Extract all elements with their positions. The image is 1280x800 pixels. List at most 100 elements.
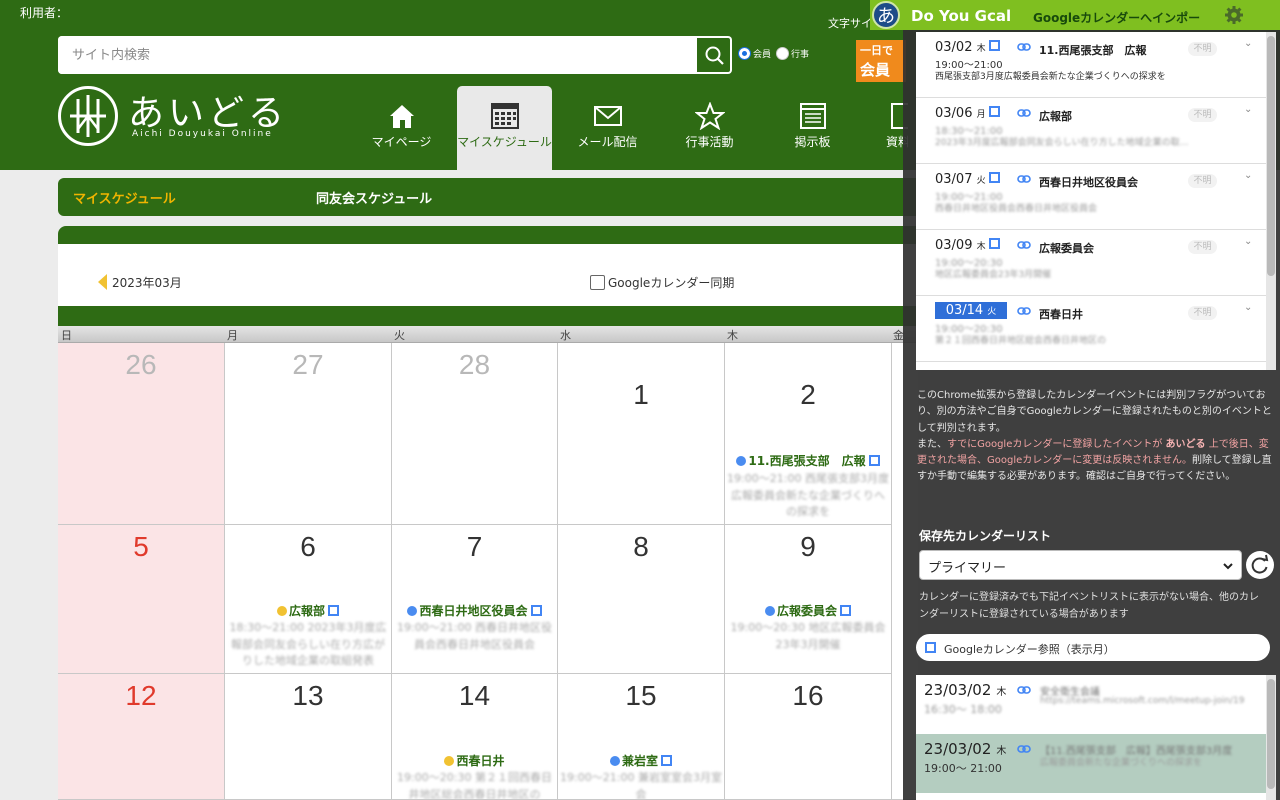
radio-member-dot[interactable] <box>738 47 751 60</box>
search-input[interactable] <box>58 36 695 74</box>
calendar-event[interactable]: 11.西尾張支部 広報 <box>725 452 891 469</box>
logo-icon[interactable] <box>58 86 118 146</box>
gcal-reference-label: Googleカレンダー参照（表示月） <box>944 643 1115 656</box>
gcal-sync-checkbox[interactable] <box>590 275 605 290</box>
nav-events[interactable]: 行事活動 <box>662 86 757 170</box>
day-cell[interactable]: 27 <box>225 343 392 525</box>
calendar-event[interactable]: 広報部 <box>225 602 391 619</box>
gcal-item-time: 16:30〜 18:00 <box>924 703 1002 716</box>
gcal-icon <box>989 238 1000 249</box>
day-cell[interactable]: 15 兼岩室 19:00〜21:00 兼岩室室会3月室会 <box>558 674 725 800</box>
day-cell[interactable]: 1 <box>558 343 725 525</box>
radio-member[interactable]: 会員 <box>738 47 771 60</box>
day-cell[interactable]: 28 <box>392 343 558 525</box>
calendar-event[interactable]: 西春日井地区役員会 <box>392 602 557 619</box>
import-list-item[interactable]: 03/07 火 西春日井地区役員会 不明 ⌄ 19:00〜21:00 西春日井地… <box>916 164 1266 230</box>
calendar-select[interactable]: プライマリー <box>919 550 1242 580</box>
link-icon[interactable] <box>1017 42 1031 52</box>
nav-board-label: 掲示板 <box>794 135 831 149</box>
dow-sun: 日 <box>61 329 72 342</box>
item-desc: 第２１回西春日井地区総会西春日井地区の <box>935 336 1107 346</box>
event-title: 11.西尾張支部 広報 <box>748 454 866 468</box>
day-cell[interactable]: 12 <box>58 674 225 800</box>
day-cell[interactable]: 16 <box>725 674 892 800</box>
calendar-divider <box>58 306 918 326</box>
gcal-list-scrollbar-thumb[interactable] <box>1267 679 1275 789</box>
chevron-down-icon[interactable]: ⌄ <box>1244 302 1252 313</box>
radio-member-label: 会員 <box>753 50 772 60</box>
item-flag: 不明 <box>1188 240 1217 254</box>
calendar-event[interactable]: 兼岩室 <box>558 752 724 769</box>
extension-title: Do You Gcal <box>911 7 1012 25</box>
refresh-button[interactable] <box>1246 551 1274 579</box>
gcal-icon <box>989 172 1000 183</box>
gcal-item-time: 19:00〜 21:00 <box>924 762 1002 775</box>
gcal-sync-toggle[interactable]: Googleカレンダー同期 <box>590 274 734 291</box>
chevron-down-icon[interactable]: ⌄ <box>1244 170 1252 181</box>
nav-events-label: 行事活動 <box>685 135 734 149</box>
day-cell[interactable]: 5 <box>58 525 225 674</box>
chevron-down-icon[interactable]: ⌄ <box>1244 236 1252 247</box>
gcal-icon <box>989 40 1000 51</box>
day-number: 27 <box>292 349 324 380</box>
font-size-label[interactable]: 文字サイ <box>828 15 872 31</box>
item-desc: 西春日井地区役員会西春日井地区役員会 <box>935 204 1098 214</box>
star-icon <box>695 102 725 130</box>
gcal-item-desc: 広報委員会新たな企業づくりへの探求を <box>1040 758 1203 768</box>
nav-board[interactable]: 掲示板 <box>765 86 860 170</box>
link-icon[interactable] <box>1017 306 1031 316</box>
day-number: 15 <box>625 680 657 711</box>
link-icon[interactable] <box>1017 240 1031 250</box>
day-number: 8 <box>633 531 649 562</box>
day-cell[interactable]: 6 広報部 18:30〜21:00 2023年3月度広報部会同友会らしい在り方広… <box>225 525 392 674</box>
nav-myschedule[interactable]: マイスケジュール <box>457 86 552 170</box>
day-cell[interactable]: 26 <box>58 343 225 525</box>
gear-icon[interactable] <box>1224 5 1244 25</box>
link-icon[interactable] <box>1017 108 1031 118</box>
item-desc: 西尾張支部3月度広報委員会新たな企業づくりへの探求を <box>935 72 1166 82</box>
nav-mail[interactable]: メール配信 <box>560 86 655 170</box>
event-dot-icon <box>609 756 620 766</box>
list-scrollbar-thumb[interactable] <box>1267 36 1275 276</box>
nav-mypage[interactable]: マイページ <box>354 86 449 170</box>
day-cell[interactable]: 13 <box>225 674 392 800</box>
calendar-event[interactable]: 西春日井 <box>392 752 557 769</box>
import-list-item[interactable]: 03/09 木 広報委員会 不明 ⌄ 19:00〜20:30 地区広報委員会23… <box>916 230 1266 296</box>
radio-event[interactable]: 行事 <box>776 47 809 60</box>
day-cell[interactable]: 14 西春日井 19:00〜20:30 第２１回西春日井地区総会西春日井地区の <box>392 674 558 800</box>
nav-documents[interactable]: 資料 <box>868 86 908 170</box>
event-detail: 19:00〜21:00 西尾張支部3月度広報委員会新たな企業づくりへの探求を <box>727 472 889 518</box>
day-cell[interactable]: 9 広報委員会 19:00〜20:30 地区広報委員会23年3月開催 <box>725 525 892 674</box>
import-list-item-selected[interactable]: 03/14 火 西春日井 不明 ⌄ 19:00〜20:30 第２１回西春日井地区… <box>916 296 1266 362</box>
link-icon[interactable] <box>1017 744 1031 754</box>
gcal-reference-button[interactable]: Googleカレンダー参照（表示月） <box>916 634 1270 661</box>
link-icon[interactable] <box>1017 174 1031 184</box>
prev-month-icon[interactable] <box>98 274 107 290</box>
gcal-list-item[interactable]: 23/03/02 木 16:30〜 18:00 安全衛生会議 https://te… <box>916 675 1266 734</box>
event-dot-icon <box>764 606 775 616</box>
search-button[interactable] <box>696 37 731 73</box>
day-number: 26 <box>125 349 157 380</box>
import-list-item[interactable]: 03/06 月 広報部 不明 ⌄ 18:30〜21:00 2023年3月度広報部… <box>916 98 1266 164</box>
join-banner[interactable]: 一日で 会員 <box>856 40 906 82</box>
link-icon[interactable] <box>1017 685 1031 695</box>
gcal-list-item-highlighted[interactable]: 23/03/02 木 19:00〜 21:00 【11.西尾張支部 広報】西尾張支… <box>916 734 1266 793</box>
month-label[interactable]: 2023年03月 <box>112 274 182 291</box>
event-title: 兼岩室 <box>621 754 658 768</box>
tab-my-schedule[interactable]: マイスケジュール <box>73 188 176 207</box>
info-text-1: このChrome拡張から登録したカレンダーイベントには判別フラグがついており、別… <box>917 390 1272 434</box>
event-detail: 19:00〜20:30 地区広報委員会23年3月開催 <box>730 621 886 651</box>
import-list-item[interactable]: 03/02 木 11.西尾張支部 広報 不明 ⌄ 19:00〜21:00 西尾張… <box>916 32 1266 98</box>
day-of-week-row: 日 月 火 水 木 金 <box>58 326 918 343</box>
day-cell[interactable]: 7 西春日井地区役員会 19:00〜21:00 西春日井地区役員会西春日井地区役… <box>392 525 558 674</box>
chevron-down-icon[interactable]: ⌄ <box>1244 38 1252 49</box>
day-number: 14 <box>458 680 491 711</box>
chevron-down-icon[interactable]: ⌄ <box>1244 104 1252 115</box>
nav-mail-label: メール配信 <box>577 135 638 149</box>
radio-event-dot[interactable] <box>776 47 789 60</box>
calendar-event[interactable]: 広報委員会 <box>725 602 891 619</box>
gcal-icon <box>530 605 542 616</box>
day-cell[interactable]: 8 <box>558 525 725 674</box>
day-cell[interactable]: 2 11.西尾張支部 広報 19:00〜21:00 西尾張支部3月度広報委員会新… <box>725 343 892 525</box>
tab-club-schedule[interactable]: 同友会スケジュール <box>316 188 432 207</box>
